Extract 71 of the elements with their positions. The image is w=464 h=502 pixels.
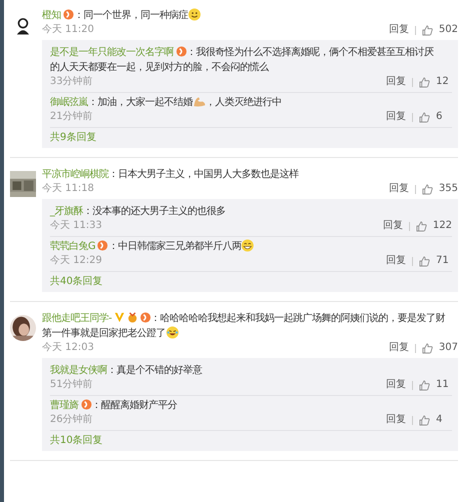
more-replies-link[interactable]: 共10条回复 bbox=[50, 431, 103, 448]
reply-text: ：醒醒离婚财产平分 bbox=[92, 400, 177, 411]
reply-text: ：真是个不错的好举意 bbox=[107, 365, 202, 376]
reply-text: 的人天天都要在一起，见到对方的脸，不会闷的慌么 bbox=[50, 62, 268, 73]
reply-link[interactable]: 回复 bbox=[386, 110, 406, 124]
reply-text: ：加油，大家一起不结婚 bbox=[88, 97, 192, 108]
user-name[interactable]: 我就是女侠啊 bbox=[50, 365, 107, 376]
member-badge-icon bbox=[176, 46, 186, 57]
timestamp: 26分钟前 bbox=[50, 413, 93, 427]
more-replies-link[interactable]: 共9条回复 bbox=[50, 128, 96, 145]
reply-link[interactable]: 回复 bbox=[386, 75, 406, 89]
member-badge-icon bbox=[140, 312, 151, 323]
user-name[interactable]: _牙旗酥 bbox=[50, 206, 83, 217]
thumbs-up-icon[interactable] bbox=[422, 342, 433, 354]
thumbs-up-icon[interactable] bbox=[422, 24, 433, 36]
member-badge-icon bbox=[97, 240, 108, 251]
like-count: 122 bbox=[432, 219, 452, 233]
reply-text: ：中日韩儒家三兄弟都半斤八两 bbox=[108, 241, 242, 252]
user-name[interactable]: 橙知 bbox=[42, 10, 61, 21]
comment-text: ：哈哈哈哈哈我想起来和我妈一起跳广场舞的阿姨们说的，要是发了财 bbox=[150, 313, 446, 324]
thumbs-up-icon[interactable] bbox=[422, 184, 433, 194]
reply-text: ：没本事的还大男子主义的也很多 bbox=[83, 206, 226, 217]
user-name[interactable]: 平凉市崆峒棋院 bbox=[42, 169, 108, 180]
grin-emoji-icon bbox=[241, 239, 254, 252]
reply-text: ，人类灭绝进行中 bbox=[206, 97, 282, 108]
more-replies-link[interactable]: 共40条回复 bbox=[50, 272, 103, 289]
reply-link[interactable]: 回复 bbox=[386, 413, 406, 427]
thumbs-up-icon[interactable] bbox=[419, 76, 430, 88]
thumbs-up-icon[interactable] bbox=[419, 112, 430, 122]
like-count: 11 bbox=[436, 378, 450, 392]
comment-text: 第一件事就是回家把老公蹬了 bbox=[42, 328, 166, 339]
timestamp: 今天 11:18 bbox=[42, 182, 94, 196]
reply-link[interactable]: 回复 bbox=[382, 219, 403, 233]
reply-text: ：我很奇怪为什么不选择离婚呢，俩个不相爱甚至互相讨厌 bbox=[186, 47, 434, 58]
user-name[interactable]: 御岷弦嵐 bbox=[50, 97, 88, 108]
verified-badge-icon bbox=[114, 312, 125, 323]
timestamp: 今天 11:20 bbox=[42, 23, 94, 37]
member-badge-icon bbox=[63, 9, 74, 20]
reply-link[interactable]: 回复 bbox=[388, 182, 409, 196]
like-count: 6 bbox=[436, 110, 444, 124]
timestamp: 今天 12:29 bbox=[50, 254, 102, 268]
reply-link[interactable]: 回复 bbox=[388, 23, 409, 37]
reply-link[interactable]: 回复 bbox=[388, 341, 409, 355]
muscle-emoji-icon bbox=[192, 95, 206, 108]
user-name[interactable]: 茕茕白兔G bbox=[50, 241, 96, 252]
user-name[interactable]: 是不是一年只能改一次名字啊 bbox=[50, 47, 174, 58]
medal-icon bbox=[126, 312, 138, 323]
thumbs-up-icon[interactable] bbox=[419, 256, 430, 266]
reply-link[interactable]: 回复 bbox=[386, 378, 406, 392]
comment-text: ：日本大男子主义，中国男人大多数也是这样 bbox=[108, 169, 298, 180]
timestamp: 21分钟前 bbox=[50, 110, 93, 124]
timestamp: 51分钟前 bbox=[50, 378, 93, 392]
user-name[interactable]: 跟他走吧王同学- bbox=[42, 313, 112, 324]
like-count: 355 bbox=[438, 182, 458, 196]
timestamp: 今天 12:03 bbox=[42, 341, 94, 355]
thumbs-up-icon[interactable] bbox=[419, 414, 430, 426]
timestamp: 今天 11:33 bbox=[50, 219, 102, 233]
like-count: 4 bbox=[436, 413, 444, 427]
like-count: 71 bbox=[436, 254, 450, 268]
like-count: 12 bbox=[436, 75, 450, 89]
like-count: 307 bbox=[438, 341, 458, 355]
member-badge-icon bbox=[80, 399, 92, 410]
user-name[interactable]: 曹瑾旖 bbox=[50, 400, 78, 411]
timestamp: 33分钟前 bbox=[50, 75, 93, 89]
comment-text: ：同一个世界，同一种病症 bbox=[74, 10, 188, 21]
reply-link[interactable]: 回复 bbox=[386, 254, 406, 268]
laugh-emoji-icon bbox=[166, 326, 178, 339]
like-count: 502 bbox=[438, 23, 458, 37]
thumbs-up-icon[interactable] bbox=[419, 380, 430, 390]
smile-emoji-icon bbox=[188, 8, 201, 21]
thumbs-up-icon[interactable] bbox=[416, 220, 427, 232]
